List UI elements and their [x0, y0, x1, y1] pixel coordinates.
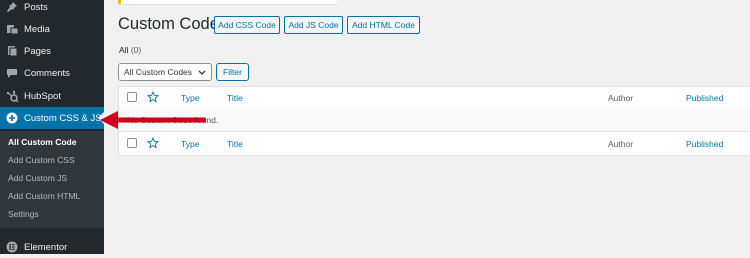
select-all-checkbox[interactable] [127, 138, 137, 148]
column-published[interactable]: Published [686, 139, 723, 149]
column-title[interactable]: Title [227, 93, 243, 103]
pages-icon [4, 43, 20, 59]
menu-label: Elementor [24, 241, 68, 253]
column-type[interactable]: Type [181, 93, 199, 103]
view-all-count: (0) [130, 45, 142, 55]
menu-label: Comments [24, 67, 70, 79]
chevron-down-icon [198, 67, 206, 79]
table-footer-row: Type Title Author Published [119, 133, 750, 155]
menu-item-elementor[interactable]: Elementor [0, 236, 104, 258]
star-icon[interactable] [146, 90, 160, 103]
menu-label: HubSpot [24, 90, 61, 102]
submenu-item-add-custom-js[interactable]: Add Custom JS [8, 173, 67, 183]
submenu-item-settings[interactable]: Settings [8, 209, 39, 219]
red-arrow-annotation [100, 111, 206, 129]
select-value: All Custom Codes [124, 67, 193, 77]
elementor-icon [4, 239, 20, 255]
filter-button[interactable]: Filter [216, 63, 249, 81]
add-html-code-button[interactable]: Add HTML Code [347, 16, 420, 34]
view-all-label[interactable]: All [119, 45, 128, 55]
media-icon [4, 21, 20, 37]
admin-sidebar: Posts Media Pages Comments HubSpot Custo… [0, 0, 104, 254]
table-header-row: Type Title Author Published [119, 87, 750, 110]
menu-item-comments[interactable]: Comments [0, 62, 104, 84]
pin-icon [4, 0, 20, 15]
menu-item-media[interactable]: Media [0, 18, 104, 40]
hubspot-icon [4, 88, 20, 104]
menu-label: Media [24, 23, 50, 35]
column-author: Author [608, 139, 634, 149]
view-filter-all[interactable]: All (0) [119, 45, 141, 55]
add-js-code-button[interactable]: Add JS Code [284, 16, 343, 34]
submenu-item-add-custom-html[interactable]: Add Custom HTML [8, 191, 80, 201]
submenu-item-all-custom-code[interactable]: All Custom Code [8, 137, 76, 147]
menu-label: Posts [24, 1, 48, 13]
menu-item-posts[interactable]: Posts [0, 0, 104, 18]
page-title: Custom Code [118, 15, 219, 33]
select-all-checkbox[interactable] [127, 92, 137, 102]
column-title[interactable]: Title [227, 139, 243, 149]
custom-code-table: Type Title Author Published No Custom Co… [118, 86, 750, 156]
submenu-item-add-custom-css[interactable]: Add Custom CSS [8, 155, 75, 165]
custom-code-type-select[interactable]: All Custom Codes [118, 63, 212, 81]
menu-label: Custom CSS & JS [24, 112, 102, 124]
comments-icon [4, 65, 20, 81]
menu-item-hubspot[interactable]: HubSpot [0, 85, 104, 107]
plus-circle-icon [4, 110, 20, 126]
submenu: All Custom Code Add Custom CSS Add Custo… [0, 131, 104, 228]
admin-notice-edge [118, 0, 337, 4]
add-css-code-button[interactable]: Add CSS Code [214, 16, 280, 34]
menu-item-custom-css-js[interactable]: Custom CSS & JS [0, 107, 104, 129]
menu-label: Pages [24, 45, 51, 57]
column-type[interactable]: Type [181, 139, 199, 149]
table-row: No Custom Code found. [119, 109, 750, 132]
menu-item-pages[interactable]: Pages [0, 40, 104, 62]
star-icon[interactable] [146, 136, 160, 149]
column-author: Author [608, 93, 634, 103]
column-published[interactable]: Published [686, 93, 723, 103]
